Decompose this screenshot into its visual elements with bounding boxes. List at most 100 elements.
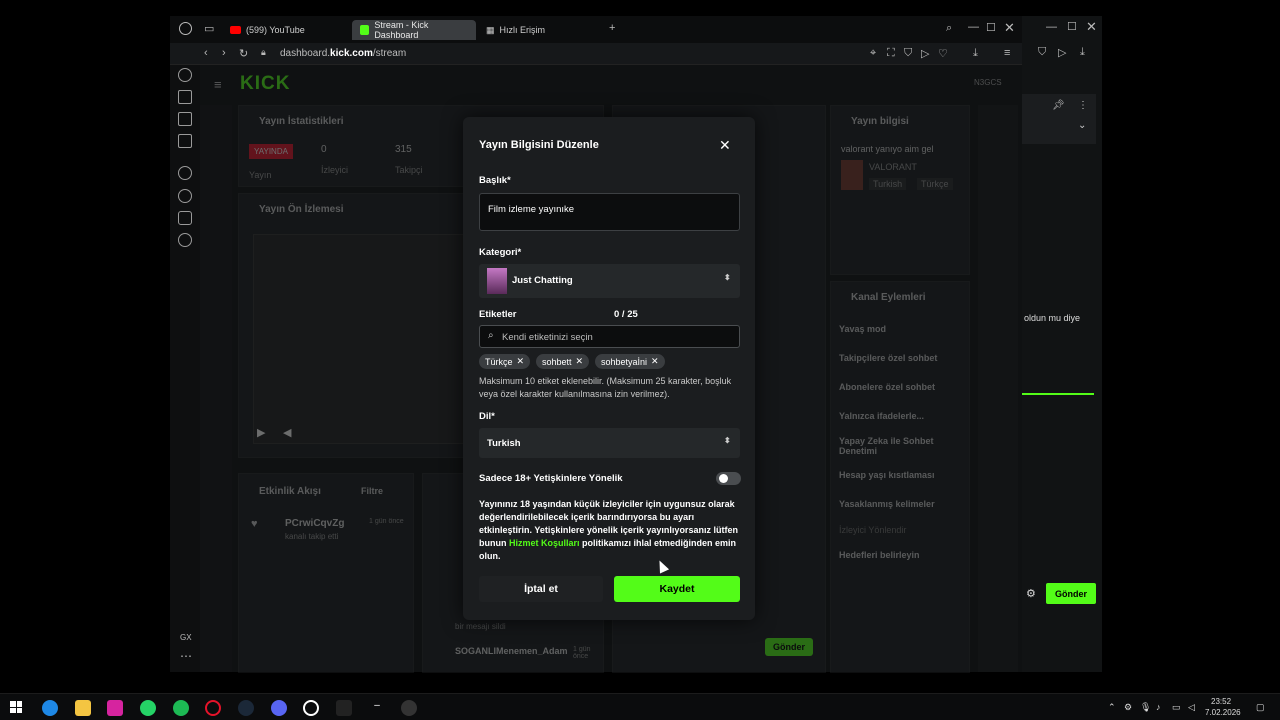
tray-chevron-icon[interactable]: ⌃ — [1108, 702, 1116, 713]
puzzle-icon[interactable] — [178, 211, 192, 225]
tag-chip[interactable]: Türkçe ✕ — [479, 354, 531, 369]
play-icon[interactable]: ▶ — [257, 426, 265, 439]
adult-toggle[interactable] — [716, 472, 741, 485]
tags-input[interactable]: ⌕ Kendi etiketinizi seçin — [479, 325, 740, 348]
instagram-icon[interactable] — [107, 700, 123, 716]
action-subscribers-only[interactable]: Abonelere özel sohbet — [839, 382, 935, 392]
action-slow-mode[interactable]: Yavaş mod — [839, 324, 886, 334]
close-window-button[interactable]: ✕ — [1004, 20, 1015, 36]
volume-icon[interactable]: ◀ — [283, 426, 291, 439]
kick-logo[interactable]: KICK — [240, 73, 290, 95]
remove-tag-icon[interactable]: ✕ — [517, 356, 525, 367]
action-ai-moderation[interactable]: Yapay Zeka ile Sohbet Denetimi — [839, 436, 939, 456]
url-text[interactable]: dashboard.kick.com/stream — [280, 48, 406, 59]
tag-chip[interactable]: sohbetyaİni ✕ — [595, 354, 665, 369]
shield-icon[interactable]: ⛉ — [904, 47, 912, 60]
tab-youtube[interactable]: (599) YouTube — [222, 20, 344, 40]
tag-label: sohbett — [542, 356, 572, 367]
activity-user[interactable]: PCrwiCqvZg — [285, 518, 344, 529]
close-icon[interactable]: ✕ — [719, 137, 731, 154]
chevron-down-icon[interactable]: ⌄ — [1078, 120, 1086, 131]
tag-chip[interactable]: sohbett ✕ — [536, 354, 590, 369]
maximize-button[interactable]: ☐ — [1067, 20, 1077, 33]
terms-link[interactable]: Hizmet Koşulları — [509, 538, 580, 548]
tab-kick-dashboard[interactable]: Stream - Kick Dashboard — [352, 20, 476, 40]
chat-send-button[interactable]: Gönder — [765, 638, 814, 656]
steam-icon[interactable] — [238, 700, 254, 716]
whatsapp-icon[interactable] — [140, 700, 156, 716]
history-icon[interactable] — [178, 68, 192, 82]
screenshot-icon[interactable]: ⛶ — [887, 47, 895, 60]
microphone-icon[interactable]: 🎙︎ — [1140, 702, 1151, 713]
send-button[interactable]: Gönder — [1046, 583, 1096, 604]
edge-icon[interactable] — [42, 700, 58, 716]
remove-tag-icon[interactable]: ✕ — [651, 356, 659, 367]
close-window-button[interactable]: ✕ — [1086, 19, 1097, 35]
url-path: /stream — [372, 48, 407, 59]
start-icon[interactable] — [10, 701, 22, 713]
clock-date[interactable]: 7.02.2026 — [1205, 708, 1241, 717]
filter-button[interactable]: Filtre — [361, 486, 383, 496]
discord-icon[interactable] — [271, 700, 287, 716]
opera-gx-icon[interactable] — [205, 700, 221, 716]
speaker-icon[interactable]: ◁ — [1188, 702, 1195, 713]
maximize-button[interactable]: ☐ — [986, 21, 996, 34]
app-icon[interactable] — [303, 700, 319, 716]
player-icon[interactable]: ▷ — [921, 47, 929, 60]
new-tab-button[interactable]: + — [609, 22, 615, 34]
notification-icon[interactable]: ▢ — [1256, 702, 1265, 713]
action-banned-words[interactable]: Yasaklanmış kelimeler — [839, 499, 935, 509]
action-goals[interactable]: Hedefleri belirleyin — [839, 550, 920, 560]
spotify-icon[interactable] — [173, 700, 189, 716]
cancel-button[interactable]: İptal et — [479, 576, 603, 602]
action-followers-only[interactable]: Takipçilere özel sohbet — [839, 353, 937, 363]
wallet-icon[interactable] — [178, 112, 192, 126]
tab-quick-access[interactable]: ▦ Hızlı Erişim — [478, 20, 598, 40]
title-input[interactable]: Film izleme yayınıke — [479, 193, 740, 231]
clock-time[interactable]: 23:52 — [1211, 697, 1231, 706]
activity-desc: kanalı takip etti — [285, 532, 339, 541]
user-avatar[interactable]: N3GCS — [974, 78, 1002, 87]
kebab-icon[interactable]: ⋮ — [1078, 100, 1088, 111]
file-explorer-icon[interactable] — [75, 700, 91, 716]
forward-icon[interactable]: › — [222, 47, 226, 59]
remove-tag-icon[interactable]: ✕ — [576, 356, 584, 367]
save-button[interactable]: Kaydet — [614, 576, 740, 602]
hamburger-icon[interactable]: ≡ — [214, 77, 222, 92]
player-icon[interactable]: ▷ — [1058, 46, 1066, 59]
more-icon[interactable]: ⋯ — [180, 649, 192, 663]
language-select[interactable]: Turkish ⬍ — [479, 428, 740, 458]
pin-icon[interactable]: 📌︎ — [1052, 100, 1065, 111]
network-icon[interactable]: ▭ — [1172, 702, 1181, 713]
player-sidebar-icon[interactable] — [178, 166, 192, 180]
minimize-button[interactable]: — — [1046, 21, 1057, 33]
volume-icon[interactable]: ♪ — [1156, 702, 1161, 712]
reload-icon[interactable]: ↻ — [239, 47, 248, 60]
opera-logo-icon[interactable] — [179, 22, 192, 35]
category-select[interactable]: Just Chatting ⬍ — [479, 264, 740, 298]
deleted-user[interactable]: SOGANLIMenemen_Adam — [455, 646, 568, 656]
minus-icon[interactable]: – — [369, 700, 385, 716]
menu-icon[interactable]: ≡ — [1004, 47, 1010, 59]
settings-icon[interactable] — [178, 233, 192, 247]
search-icon[interactable]: ⌕ — [946, 22, 952, 35]
action-host[interactable]: İzleyici Yönlendir — [839, 525, 906, 535]
action-account-age[interactable]: Hesap yaşı kısıtlaması — [839, 470, 935, 480]
shield-icon[interactable]: ⛉ — [1038, 46, 1046, 59]
back-icon[interactable]: ‹ — [204, 47, 208, 59]
obs-icon[interactable] — [401, 700, 417, 716]
tray-app-icon[interactable]: ⚙ — [1124, 702, 1132, 713]
news-icon[interactable] — [178, 134, 192, 148]
settings-icon[interactable]: ⚙ — [1026, 587, 1036, 600]
bag-icon[interactable] — [178, 90, 192, 104]
workspace-icon[interactable]: ▭ — [204, 22, 214, 35]
clock-icon[interactable] — [178, 189, 192, 203]
tiktok-icon[interactable] — [336, 700, 352, 716]
download-icon[interactable]: ⤓ — [1080, 46, 1085, 59]
download-icon[interactable]: ⤓ — [973, 47, 978, 60]
minimize-button[interactable]: — — [968, 21, 979, 33]
stats-title: Yayın İstatistikleri — [259, 116, 344, 127]
action-emotes-only[interactable]: Yalnızca ifadelerle... — [839, 411, 924, 421]
heart-icon[interactable]: ♡ — [938, 47, 948, 60]
extension-icon[interactable]: ⌖ — [870, 47, 876, 60]
